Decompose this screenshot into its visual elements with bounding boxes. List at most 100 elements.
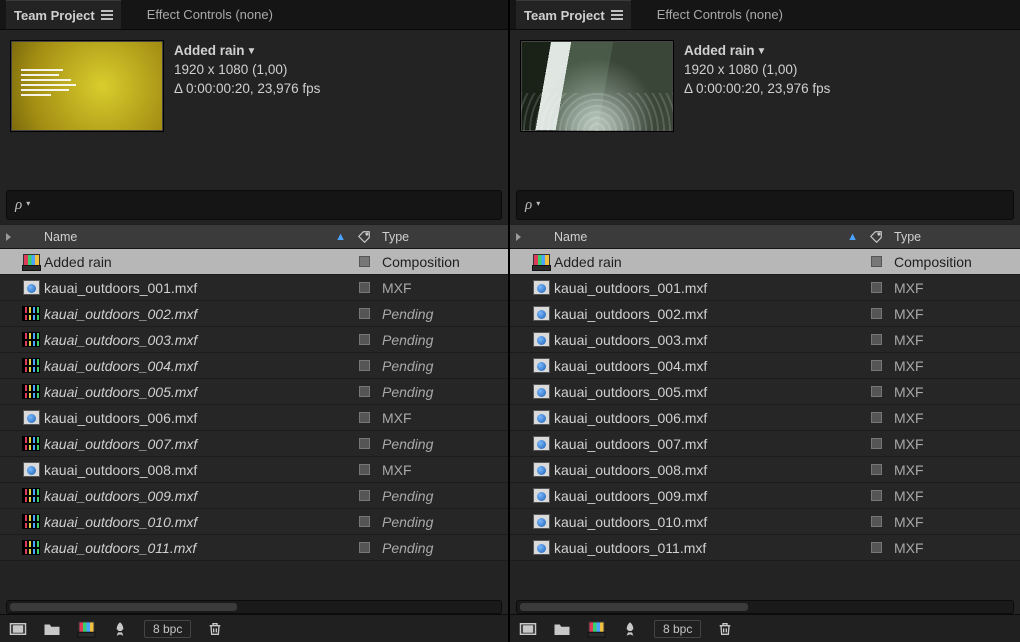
file-type-icon bbox=[533, 514, 550, 529]
expand-all-icon[interactable] bbox=[6, 233, 11, 241]
file-type: MXF bbox=[894, 384, 924, 400]
file-type-icon bbox=[533, 384, 550, 399]
color-label[interactable] bbox=[359, 334, 370, 345]
color-label[interactable] bbox=[359, 516, 370, 527]
color-label[interactable] bbox=[871, 256, 882, 267]
new-folder-icon[interactable] bbox=[552, 621, 572, 637]
column-label[interactable] bbox=[864, 230, 888, 244]
panel-menu-icon[interactable] bbox=[611, 10, 623, 20]
interpret-footage-icon[interactable] bbox=[8, 621, 28, 637]
composition-thumbnail[interactable] bbox=[10, 40, 164, 132]
composition-name[interactable]: Added rain▼ bbox=[684, 42, 830, 61]
column-label[interactable] bbox=[352, 230, 376, 244]
table-row[interactable]: kauai_outdoors_005.mxf MXF bbox=[510, 379, 1020, 405]
color-label[interactable] bbox=[359, 490, 370, 501]
color-label[interactable] bbox=[871, 516, 882, 527]
color-label[interactable] bbox=[871, 334, 882, 345]
color-label[interactable] bbox=[359, 542, 370, 553]
horizontal-scrollbar[interactable] bbox=[516, 600, 1014, 614]
table-row[interactable]: kauai_outdoors_002.mxf Pending bbox=[0, 301, 508, 327]
search-input[interactable]: ρ▾ bbox=[6, 190, 502, 220]
color-label[interactable] bbox=[359, 308, 370, 319]
table-row[interactable]: kauai_outdoors_011.mxf Pending bbox=[0, 535, 508, 561]
table-row[interactable]: kauai_outdoors_011.mxf MXF bbox=[510, 535, 1020, 561]
color-label[interactable] bbox=[871, 542, 882, 553]
project-settings-icon[interactable] bbox=[110, 621, 130, 637]
color-label[interactable] bbox=[871, 438, 882, 449]
tab-team-project[interactable]: Team Project bbox=[516, 0, 631, 29]
bit-depth-button[interactable]: 8 bpc bbox=[144, 620, 191, 638]
color-label[interactable] bbox=[871, 412, 882, 423]
expand-all-icon[interactable] bbox=[516, 233, 521, 241]
table-row[interactable]: kauai_outdoors_003.mxf Pending bbox=[0, 327, 508, 353]
color-label[interactable] bbox=[359, 282, 370, 293]
color-label[interactable] bbox=[871, 360, 882, 371]
tab-effect-controls[interactable]: Effect Controls (none) bbox=[139, 0, 281, 29]
project-settings-icon[interactable] bbox=[620, 621, 640, 637]
bit-depth-button[interactable]: 8 bpc bbox=[654, 620, 701, 638]
color-label[interactable] bbox=[871, 464, 882, 475]
color-label[interactable] bbox=[359, 386, 370, 397]
table-row[interactable]: kauai_outdoors_006.mxf MXF bbox=[510, 405, 1020, 431]
table-row[interactable]: kauai_outdoors_001.mxf MXF bbox=[0, 275, 508, 301]
composition-thumbnail[interactable] bbox=[520, 40, 674, 132]
table-row[interactable]: kauai_outdoors_004.mxf MXF bbox=[510, 353, 1020, 379]
tab-team-project[interactable]: Team Project bbox=[6, 0, 121, 29]
delete-icon[interactable] bbox=[205, 621, 225, 637]
tab-effect-controls[interactable]: Effect Controls (none) bbox=[649, 0, 791, 29]
new-folder-icon[interactable] bbox=[42, 621, 62, 637]
table-row[interactable]: kauai_outdoors_009.mxf MXF bbox=[510, 483, 1020, 509]
table-row[interactable]: Added rain Composition bbox=[0, 249, 508, 275]
file-name: kauai_outdoors_001.mxf bbox=[554, 280, 707, 296]
column-name[interactable]: Name ▲ bbox=[552, 230, 864, 244]
new-comp-icon[interactable] bbox=[586, 621, 606, 637]
file-name: kauai_outdoors_011.mxf bbox=[554, 540, 706, 556]
file-name: Added rain bbox=[554, 254, 622, 270]
file-type-icon bbox=[22, 332, 40, 347]
file-type-icon bbox=[533, 462, 550, 477]
table-row[interactable]: kauai_outdoors_007.mxf MXF bbox=[510, 431, 1020, 457]
file-name: kauai_outdoors_009.mxf bbox=[44, 488, 197, 504]
table-row[interactable]: kauai_outdoors_003.mxf MXF bbox=[510, 327, 1020, 353]
table-row[interactable]: Added rain Composition bbox=[510, 249, 1020, 275]
file-name: kauai_outdoors_008.mxf bbox=[554, 462, 707, 478]
color-label[interactable] bbox=[871, 308, 882, 319]
table-row[interactable]: kauai_outdoors_006.mxf MXF bbox=[0, 405, 508, 431]
file-type: MXF bbox=[894, 280, 924, 296]
color-label[interactable] bbox=[359, 412, 370, 423]
column-type[interactable]: Type bbox=[376, 230, 504, 244]
preview-area: Added rain▼ 1920 x 1080 (1,00) Δ 0:00:00… bbox=[0, 30, 508, 190]
table-row[interactable]: kauai_outdoors_007.mxf Pending bbox=[0, 431, 508, 457]
table-row[interactable]: kauai_outdoors_004.mxf Pending bbox=[0, 353, 508, 379]
horizontal-scrollbar[interactable] bbox=[6, 600, 502, 614]
table-row[interactable]: kauai_outdoors_010.mxf Pending bbox=[0, 509, 508, 535]
color-label[interactable] bbox=[359, 438, 370, 449]
file-type-icon bbox=[23, 280, 40, 295]
table-row[interactable]: kauai_outdoors_001.mxf MXF bbox=[510, 275, 1020, 301]
color-label[interactable] bbox=[359, 256, 370, 267]
color-label[interactable] bbox=[871, 490, 882, 501]
composition-duration: Δ 0:00:00:20, 23,976 fps bbox=[684, 80, 830, 99]
table-row[interactable]: kauai_outdoors_002.mxf MXF bbox=[510, 301, 1020, 327]
table-row[interactable]: kauai_outdoors_009.mxf Pending bbox=[0, 483, 508, 509]
table-row[interactable]: kauai_outdoors_010.mxf MXF bbox=[510, 509, 1020, 535]
column-type[interactable]: Type bbox=[888, 230, 1016, 244]
interpret-footage-icon[interactable] bbox=[518, 621, 538, 637]
color-label[interactable] bbox=[871, 282, 882, 293]
panel-menu-icon[interactable] bbox=[101, 10, 113, 20]
color-label[interactable] bbox=[359, 360, 370, 371]
table-row[interactable]: kauai_outdoors_008.mxf MXF bbox=[510, 457, 1020, 483]
search-input[interactable]: ρ▾ bbox=[516, 190, 1014, 220]
file-type-icon bbox=[22, 540, 40, 555]
table-row[interactable]: kauai_outdoors_008.mxf MXF bbox=[0, 457, 508, 483]
file-name: kauai_outdoors_004.mxf bbox=[554, 358, 707, 374]
color-label[interactable] bbox=[359, 464, 370, 475]
table-row[interactable]: kauai_outdoors_005.mxf Pending bbox=[0, 379, 508, 405]
file-type-icon bbox=[23, 254, 40, 269]
column-name[interactable]: Name ▲ bbox=[42, 230, 352, 244]
color-label[interactable] bbox=[871, 386, 882, 397]
file-type: MXF bbox=[382, 462, 412, 478]
delete-icon[interactable] bbox=[715, 621, 735, 637]
new-comp-icon[interactable] bbox=[76, 621, 96, 637]
composition-name[interactable]: Added rain▼ bbox=[174, 42, 320, 61]
